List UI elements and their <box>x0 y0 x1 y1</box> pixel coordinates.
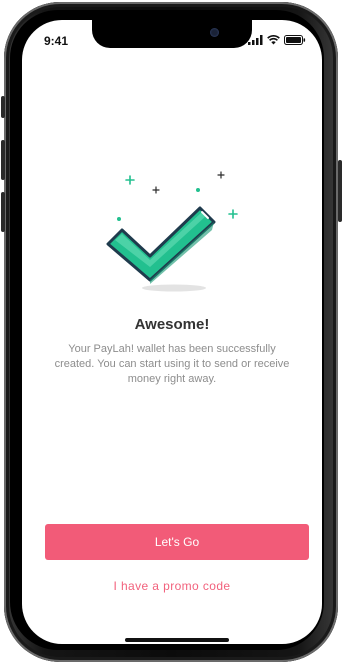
lets-go-button[interactable]: Let's Go <box>45 524 309 560</box>
status-icons <box>248 35 306 45</box>
wifi-icon <box>267 35 280 45</box>
mute-switch <box>1 96 5 118</box>
success-message: Your PayLah! wallet has been successfull… <box>54 343 290 385</box>
volume-down-button <box>1 192 5 232</box>
status-time: 9:41 <box>44 34 69 48</box>
battery-icon <box>284 35 306 45</box>
notch <box>92 20 252 48</box>
sparkles <box>117 171 238 221</box>
success-title: Awesome! <box>134 316 210 333</box>
checkmark-shadow <box>142 284 206 292</box>
promo-code-link[interactable]: I have a promo code <box>22 579 322 593</box>
home-indicator[interactable] <box>125 638 229 642</box>
front-camera <box>210 28 219 37</box>
volume-up-button <box>1 140 5 180</box>
app-screen: 9:41 Awesome! Your PayLah! wallet has be… <box>22 20 322 644</box>
success-illustration <box>106 171 238 292</box>
signal-icon <box>248 35 263 45</box>
checkmark-icon <box>106 206 216 284</box>
power-button <box>338 160 342 222</box>
